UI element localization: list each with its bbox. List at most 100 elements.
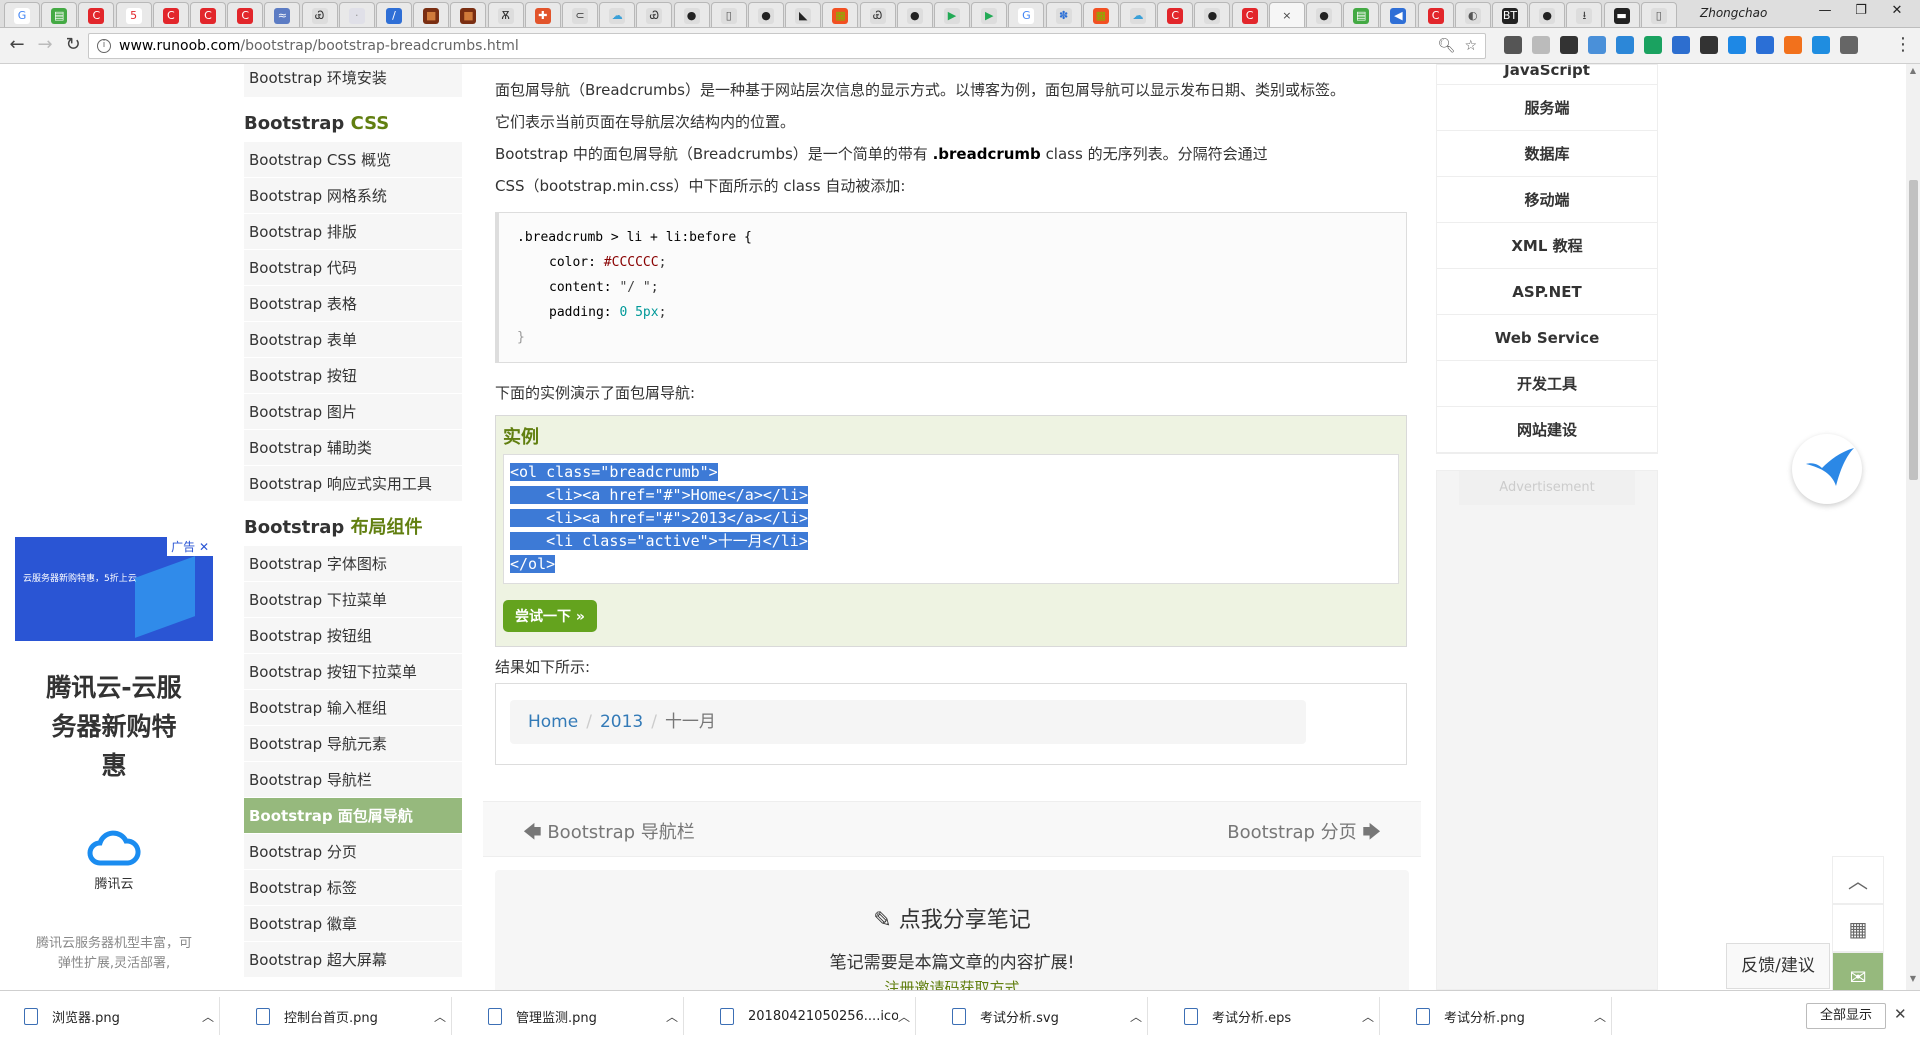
bookmark-star-icon[interactable]: ☆ (1464, 38, 1477, 54)
extension-icon[interactable] (1504, 36, 1522, 54)
back-to-top-icon[interactable]: ︿ (1832, 856, 1884, 904)
extension-icon[interactable] (1700, 36, 1718, 54)
category-link[interactable]: ASP.NET (1437, 269, 1657, 315)
browser-tab[interactable]: ☁ (599, 2, 636, 27)
chevron-up-icon[interactable]: ︿ (1130, 1008, 1142, 1025)
extension-icon[interactable] (1588, 36, 1606, 54)
browser-tab[interactable]: G (1008, 2, 1045, 27)
browser-tab[interactable]: C (1417, 2, 1454, 27)
extension-icon[interactable] (1756, 36, 1774, 54)
chevron-up-icon[interactable]: ︿ (434, 1008, 446, 1025)
browser-tab[interactable]: ☁ (1120, 2, 1156, 27)
ad-banner[interactable]: 广告 ✕ 云服务器新购特惠，5折上云 (15, 537, 213, 641)
browser-tab[interactable]: 5 (115, 2, 152, 27)
download-item[interactable]: 考试分析.png ︿ (1394, 997, 1612, 1035)
browser-tab[interactable]: ● (1306, 2, 1342, 27)
download-item[interactable]: 控制台首页.png ︿ (234, 997, 452, 1035)
sidebar-item[interactable]: Bootstrap 表格 (244, 286, 462, 322)
browser-tab[interactable]: Ꮿ (859, 2, 896, 27)
page-scrollbar[interactable]: ▲ ▼ (1906, 64, 1920, 990)
browser-tab[interactable]: ▤ (1343, 2, 1380, 27)
browser-tab[interactable]: C (1231, 2, 1268, 27)
menu-icon[interactable]: ⋮ (1892, 35, 1914, 57)
zoom-icon[interactable]: 🔍︎ (1438, 38, 1456, 54)
close-window-button[interactable]: ✕ (1877, 3, 1917, 23)
category-link[interactable]: 移动端 (1437, 177, 1657, 223)
browser-tab[interactable]: ⊂ (562, 2, 598, 27)
sidebar-item[interactable]: Bootstrap 分页 (244, 834, 462, 870)
next-page-link[interactable]: Bootstrap 分页 🡆 (1227, 818, 1381, 850)
qrcode-icon[interactable]: ▦ (1832, 904, 1884, 952)
profile-name[interactable]: Zhongchao (1700, 6, 1767, 20)
chevron-up-icon[interactable]: ︿ (1594, 1008, 1606, 1025)
chevron-up-icon[interactable]: ︿ (898, 1008, 910, 1025)
scroll-thumb[interactable] (1909, 180, 1918, 480)
breadcrumb-year-link[interactable]: 2013 (600, 712, 643, 732)
sidebar-item[interactable]: Bootstrap 面包屑导航 (244, 798, 462, 834)
browser-tab[interactable]: ▬ (1603, 2, 1640, 27)
close-ad-icon[interactable]: ✕ (199, 540, 209, 554)
extension-icon[interactable] (1616, 36, 1634, 54)
download-item[interactable]: 20180421050256....ico ︿ (698, 997, 916, 1035)
address-bar[interactable]: i www.runoob.com/bootstrap/bootstrap-bre… (88, 33, 1486, 59)
sidebar-item[interactable]: Bootstrap 响应式实用工具 (244, 466, 462, 502)
ad-text-panel[interactable]: 腾讯云-云服务器新购特惠 腾讯云 腾讯云服务器机型丰富，可弹性扩展,灵活部署, (15, 646, 213, 976)
mail-icon[interactable]: ✉ (1832, 952, 1884, 990)
browser-tab[interactable]: ▦ (1082, 2, 1119, 27)
chevron-up-icon[interactable]: ︿ (202, 1008, 214, 1025)
forward-icon[interactable]: → (34, 35, 56, 57)
sidebar-item[interactable]: Bootstrap 按钮下拉菜单 (244, 654, 462, 690)
extension-icon[interactable] (1644, 36, 1662, 54)
browser-tab[interactable]: Ѫ (487, 2, 524, 27)
sidebar-item[interactable]: Bootstrap 字体图标 (244, 546, 462, 582)
extension-icon[interactable] (1784, 36, 1802, 54)
browser-tab[interactable]: ✽ (1045, 2, 1082, 27)
download-item[interactable]: 浏览器.png ︿ (2, 997, 220, 1035)
scroll-down-icon[interactable]: ▼ (1906, 974, 1920, 988)
browser-tab[interactable]: ≈ (264, 2, 301, 27)
download-item[interactable]: 考试分析.eps ︿ (1162, 997, 1380, 1035)
sidebar-item[interactable]: Bootstrap 标签 (244, 870, 462, 906)
browser-tab[interactable]: C (1157, 2, 1194, 27)
category-link[interactable]: 服务端 (1437, 85, 1657, 131)
extension-icon[interactable] (1812, 36, 1830, 54)
sidebar-item[interactable]: Bootstrap 排版 (244, 214, 462, 250)
sidebar-item-env[interactable]: Bootstrap 环境安装 (244, 64, 462, 98)
sidebar-item[interactable]: Bootstrap 导航元素 (244, 726, 462, 762)
browser-tab[interactable]: ● (673, 2, 710, 27)
browser-tab[interactable]: Ꮿ (636, 2, 673, 27)
sidebar-item[interactable]: Bootstrap 输入框组 (244, 690, 462, 726)
browser-tab[interactable]: C (190, 2, 226, 27)
browser-tab[interactable]: ▶ (971, 2, 1008, 27)
category-link[interactable]: Web Service (1437, 315, 1657, 361)
show-all-downloads-button[interactable]: 全部显示 (1806, 1003, 1886, 1029)
browser-tab[interactable]: ● (1529, 2, 1566, 27)
browser-tab[interactable]: ▦ (822, 2, 859, 27)
sidebar-item[interactable]: Bootstrap CSS 概览 (244, 142, 462, 178)
example-code[interactable]: <ol class="breadcrumb"> <li><a href="#">… (503, 454, 1399, 584)
try-it-button[interactable]: 尝试一下 » (503, 600, 597, 632)
extension-icon[interactable] (1672, 36, 1690, 54)
browser-tab[interactable]: ◐ (1454, 2, 1491, 27)
sidebar-item[interactable]: Bootstrap 超大屏幕 (244, 942, 462, 978)
extension-icon[interactable] (1532, 36, 1550, 54)
browser-tab[interactable]: ✚ (524, 2, 561, 27)
browser-tab[interactable]: ▤ (41, 2, 78, 27)
browser-tab[interactable]: ◀ (1380, 2, 1417, 27)
back-icon[interactable]: ← (6, 35, 28, 57)
prev-page-link[interactable]: 🡄 Bootstrap 导航栏 (523, 818, 695, 850)
feedback-button[interactable]: 反馈/建议 (1726, 943, 1830, 989)
sidebar-item[interactable]: Bootstrap 表单 (244, 322, 462, 358)
browser-tab[interactable]: ● (748, 2, 784, 27)
download-item[interactable]: 管理监测.png ︿ (466, 997, 684, 1035)
sidebar-item[interactable]: Bootstrap 代码 (244, 250, 462, 286)
sidebar-item[interactable]: Bootstrap 网格系统 (244, 178, 462, 214)
browser-tab[interactable]: BT (1492, 2, 1528, 27)
browser-tab[interactable]: ● (896, 2, 933, 27)
category-link[interactable]: 网站建设 (1437, 407, 1657, 453)
chevron-up-icon[interactable]: ︿ (1362, 1008, 1374, 1025)
browser-tab[interactable]: ▯ (1640, 2, 1677, 27)
browser-tab[interactable]: ▯ (710, 2, 747, 27)
category-link[interactable]: 开发工具 (1437, 361, 1657, 407)
share-note-button[interactable]: ✎ 点我分享笔记 (495, 902, 1409, 934)
